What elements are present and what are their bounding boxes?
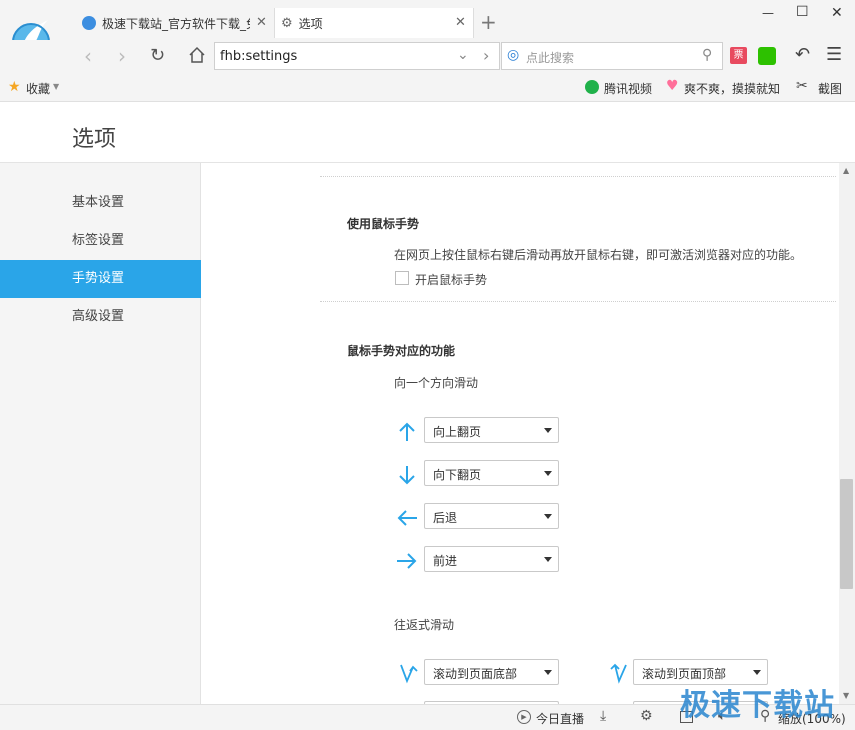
select-value: 前进 <box>433 554 458 568</box>
address-input[interactable]: fhb:settings <box>220 49 297 64</box>
menu-icon[interactable]: ☰ <box>826 44 842 65</box>
chevron-down-icon <box>753 670 761 675</box>
close-icon[interactable]: ✕ <box>455 15 466 30</box>
arrow-down-icon <box>396 464 418 486</box>
title-bar: 极速下载站_官方软件下载_免 ✕ ⚙ 选项 ✕ + — ☐ ✕ <box>0 0 855 61</box>
section-heading: 使用鼠标手势 <box>347 217 420 231</box>
play-icon[interactable]: ▶ <box>517 710 531 724</box>
checkbox-label[interactable]: 开启鼠标手势 <box>415 271 487 288</box>
close-window-button[interactable]: ✕ <box>831 5 843 21</box>
sidebar-item-label: 手势设置 <box>72 271 125 286</box>
page-title: 选项 <box>72 127 117 152</box>
undo-icon[interactable]: ↶ <box>795 44 810 65</box>
chevron-down-icon <box>544 670 552 675</box>
select-value: 滚动到页面底部 <box>433 667 518 681</box>
search-input[interactable]: 点此搜索 <box>526 49 574 66</box>
scroll-up-icon[interactable]: ▲ <box>843 166 849 175</box>
round-trip-label: 往返式滑动 <box>394 618 455 632</box>
globe-icon <box>82 16 96 30</box>
refresh-icon[interactable]: ↻ <box>150 45 165 66</box>
arrow-right-icon <box>396 550 418 572</box>
select-value: 向上翻页 <box>433 425 482 439</box>
gesture-action-select[interactable]: 前进 <box>424 546 559 572</box>
sidebar-item-basic[interactable]: 基本设置 <box>0 184 201 222</box>
star-icon: ★ <box>8 79 21 95</box>
chevron-down-icon <box>544 471 552 476</box>
sidebar-item-label: 高级设置 <box>72 309 125 324</box>
chevron-down-icon <box>544 428 552 433</box>
maximize-button[interactable]: ☐ <box>796 4 809 20</box>
search-icon[interactable]: ⚲ <box>702 47 712 63</box>
ticket-icon[interactable]: 票 <box>730 47 747 64</box>
sidebar-item-label: 基本设置 <box>72 195 125 210</box>
go-icon[interactable]: › <box>483 46 489 65</box>
chevron-down-icon[interactable]: ▼ <box>53 82 59 91</box>
down-up-gesture-icon <box>398 662 420 684</box>
section-description: 在网页上按住鼠标右键后滑动再放开鼠标右键，即可激活浏览器对应的功能。 <box>394 248 803 262</box>
sidebar-item-gestures[interactable]: 手势设置 <box>0 260 201 298</box>
bookmark-bar: ★ 收藏 ▼ 腾讯视频 ♥ 爽不爽，摸摸就知 ✂ 截图 <box>0 74 855 102</box>
live-button[interactable]: 今日直播 <box>536 710 584 727</box>
select-value: 后退 <box>433 511 458 525</box>
arrow-left-icon <box>396 507 418 529</box>
settings-icon[interactable]: ⚙ <box>640 708 653 724</box>
new-tab-button[interactable]: + <box>480 10 497 34</box>
minimize-button[interactable]: — <box>762 6 774 20</box>
favorites-button[interactable]: 收藏 <box>26 80 50 97</box>
back-icon[interactable]: ‹ <box>84 44 92 68</box>
chevron-down-icon[interactable]: ⌄ <box>457 47 469 63</box>
tab-settings[interactable]: ⚙ 选项 ✕ <box>274 8 474 38</box>
gesture-action-select[interactable]: 滚动到页面底部 <box>424 659 559 685</box>
up-down-gesture-icon <box>608 662 630 684</box>
chevron-down-icon <box>544 514 552 519</box>
wechat-icon[interactable] <box>758 47 776 65</box>
section-heading: 鼠标手势对应的功能 <box>347 344 456 358</box>
chevron-down-icon <box>544 557 552 562</box>
scissors-icon: ✂ <box>796 78 808 94</box>
forward-icon[interactable]: › <box>118 44 126 68</box>
scrollbar[interactable]: ▲ ▼ <box>839 163 855 704</box>
divider <box>320 176 836 177</box>
download-icon[interactable]: ⤓ <box>600 708 606 724</box>
enable-gesture-checkbox[interactable] <box>395 271 409 285</box>
screenshot-button[interactable]: 截图 <box>818 80 842 97</box>
bookmark-item[interactable]: 腾讯视频 <box>604 80 652 97</box>
gesture-action-select[interactable]: 向下翻页 <box>424 460 559 486</box>
search-engine-icon[interactable]: ◎ <box>507 47 519 63</box>
search-box[interactable]: ◎ 点此搜索 ⚲ <box>501 42 723 70</box>
gesture-action-select[interactable]: 向上翻页 <box>424 417 559 443</box>
sidebar-item-advanced[interactable]: 高级设置 <box>0 298 201 336</box>
select-value: 向下翻页 <box>433 468 482 482</box>
tencent-video-icon <box>585 80 599 94</box>
gear-icon: ⚙ <box>281 15 293 31</box>
watermark: 极速下载站 <box>680 688 835 723</box>
tab-site[interactable]: 极速下载站_官方软件下载_免 ✕ <box>78 8 272 38</box>
divider <box>320 301 836 302</box>
one-direction-label: 向一个方向滑动 <box>394 376 479 390</box>
close-icon[interactable]: ✕ <box>256 15 267 30</box>
home-icon[interactable] <box>188 46 206 67</box>
bookmark-item[interactable]: 爽不爽，摸摸就知 <box>684 80 780 97</box>
gesture-action-select[interactable]: 后退 <box>424 503 559 529</box>
tab-label: 极速下载站_官方软件下载_免 <box>102 16 250 31</box>
scroll-down-icon[interactable]: ▼ <box>843 691 849 700</box>
heart-icon: ♥ <box>666 78 679 94</box>
arrow-up-icon <box>396 421 418 443</box>
page-header: 选项 <box>0 103 855 163</box>
tab-label: 选项 <box>298 16 323 31</box>
sidebar: 基本设置 标签设置 手势设置 高级设置 <box>0 163 201 704</box>
address-bar[interactable]: fhb:settings ⌄ › <box>214 42 500 70</box>
sidebar-item-tabs[interactable]: 标签设置 <box>0 222 201 260</box>
sidebar-item-label: 标签设置 <box>72 233 125 248</box>
scrollbar-thumb[interactable] <box>840 479 853 589</box>
